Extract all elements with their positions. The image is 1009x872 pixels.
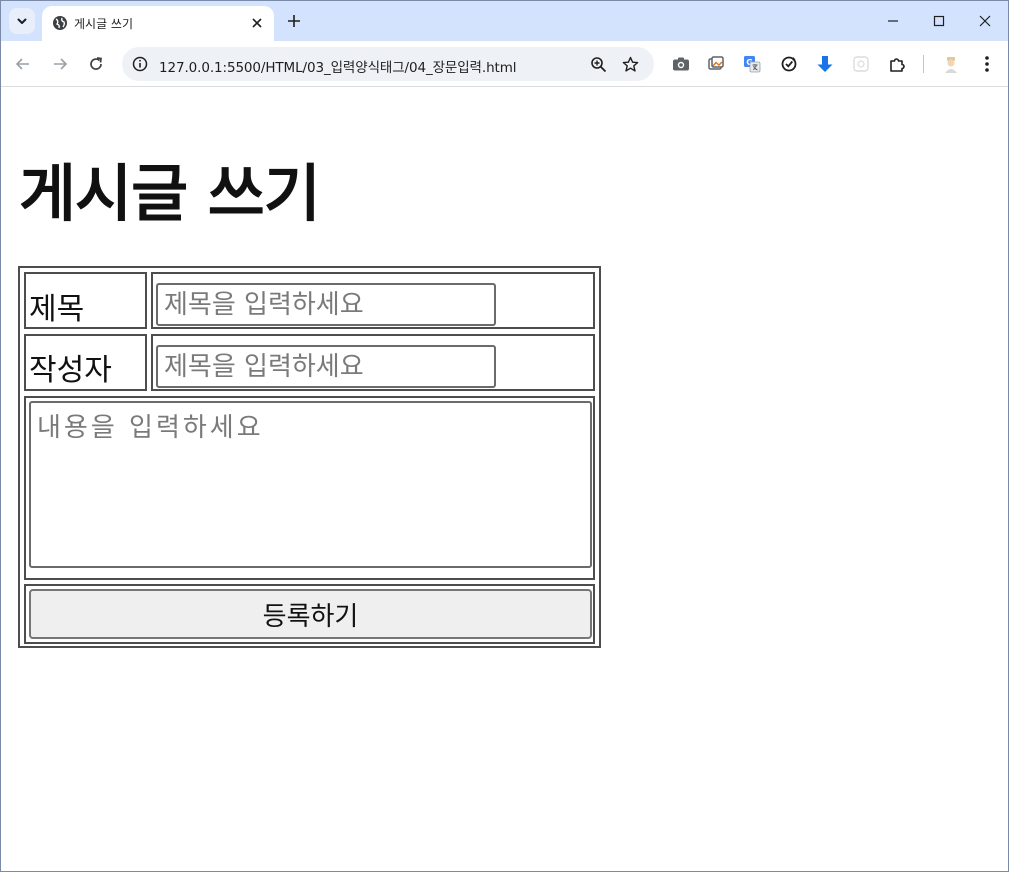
- title-label: 제목: [29, 292, 85, 327]
- camera-icon: [673, 57, 689, 71]
- author-input-cell: [151, 334, 595, 391]
- new-tab-button[interactable]: [283, 10, 305, 32]
- site-info-button[interactable]: [130, 54, 150, 74]
- arrow-left-icon: [15, 58, 29, 70]
- extension-translate[interactable]: G: [741, 53, 763, 75]
- url-text: 127.0.0.1:5500/HTML/03_입력양식태그/04_장문입력.ht…: [159, 60, 517, 76]
- maximize-button[interactable]: [916, 1, 962, 41]
- tab-active[interactable]: 게시글 쓰기: [42, 6, 274, 41]
- profile-button[interactable]: [940, 53, 962, 75]
- extension-puzzle-faded-icon: [853, 56, 869, 72]
- bookmark-button[interactable]: [620, 54, 640, 74]
- star-icon: [622, 56, 638, 72]
- browser-toolbar: 127.0.0.1:5500/HTML/03_입력양식태그/04_장문입력.ht…: [1, 41, 1008, 87]
- zoom-button[interactable]: [588, 54, 608, 74]
- browser-menu-button[interactable]: [976, 53, 998, 75]
- extension-sync[interactable]: [778, 53, 800, 75]
- extension-screenshot[interactable]: [705, 53, 727, 75]
- close-icon: [252, 18, 262, 28]
- content-cell: [24, 396, 595, 580]
- extensions-menu-button[interactable]: [886, 53, 908, 75]
- back-button[interactable]: [10, 51, 36, 77]
- submit-button[interactable]: 등록하기: [29, 589, 592, 639]
- extension-download[interactable]: [814, 53, 836, 75]
- tab-title: 게시글 쓰기: [74, 17, 134, 31]
- forward-button[interactable]: [47, 51, 73, 77]
- plus-icon: [288, 15, 300, 27]
- avatar-icon: [942, 55, 960, 73]
- minimize-button[interactable]: [870, 1, 916, 41]
- toolbar-divider: [923, 55, 924, 73]
- maximize-icon: [933, 15, 945, 27]
- tab-search-button[interactable]: [9, 8, 35, 34]
- title-input-cell: [151, 272, 595, 329]
- info-icon: [132, 56, 148, 72]
- reload-button[interactable]: [83, 51, 109, 77]
- arrow-right-icon: [54, 58, 68, 70]
- extension-camera[interactable]: [670, 53, 692, 75]
- author-input[interactable]: [156, 345, 496, 388]
- reload-icon: [90, 57, 102, 70]
- translate-icon: G: [744, 56, 761, 73]
- minimize-icon: [888, 20, 898, 22]
- globe-icon: [53, 16, 67, 30]
- page-title: 게시글 쓰기: [19, 157, 321, 230]
- address-bar[interactable]: 127.0.0.1:5500/HTML/03_입력양식태그/04_장문입력.ht…: [122, 47, 654, 81]
- author-label-cell: 작성자: [24, 334, 147, 391]
- browser-window: 게시글 쓰기 127.0.0.1:5500/HTML/03_입력양식태그/04_…: [0, 0, 1009, 872]
- image-icon: [708, 56, 724, 70]
- title-label-cell: 제목: [24, 272, 147, 329]
- title-input[interactable]: [156, 283, 496, 326]
- extension-placeholder[interactable]: [850, 53, 872, 75]
- post-form-table: 제목 작성자 등록하기: [18, 266, 601, 648]
- submit-cell: 등록하기: [24, 584, 595, 644]
- puzzle-icon: [890, 58, 905, 72]
- sync-icon: [781, 56, 797, 72]
- page-content: 게시글 쓰기 제목 작성자 등록하기: [1, 88, 1008, 871]
- more-vertical-icon: [985, 56, 989, 72]
- tab-close-button[interactable]: [248, 14, 266, 32]
- download-arrow-icon: [817, 56, 833, 72]
- close-window-button[interactable]: [962, 1, 1008, 41]
- author-label: 작성자: [29, 353, 112, 388]
- zoom-in-icon: [590, 56, 606, 72]
- close-icon: [979, 15, 991, 27]
- chevron-down-icon: [17, 18, 27, 24]
- content-textarea[interactable]: [29, 401, 592, 568]
- tab-strip: 게시글 쓰기: [1, 1, 1008, 41]
